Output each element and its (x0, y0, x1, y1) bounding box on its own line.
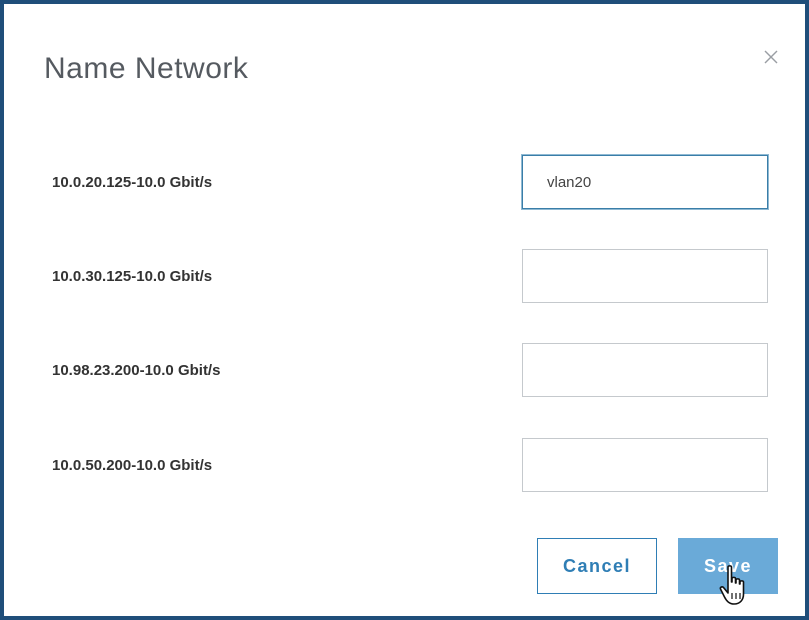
network-name-input-1[interactable] (522, 155, 768, 209)
network-name-input-3[interactable] (522, 343, 768, 397)
save-button[interactable]: Save (678, 538, 778, 594)
network-name-input-2[interactable] (522, 249, 768, 303)
network-label-4: 10.0.50.200-10.0 Gbit/s (52, 457, 213, 474)
name-network-dialog: Name Network 10.0.20.125-10.0 Gbit/s 10.… (0, 0, 809, 620)
close-icon[interactable] (760, 46, 782, 68)
network-name-input-4[interactable] (522, 438, 768, 492)
cancel-button[interactable]: Cancel (537, 538, 657, 594)
network-label-3: 10.98.23.200-10.0 Gbit/s (52, 362, 221, 379)
network-label-1: 10.0.20.125-10.0 Gbit/s (52, 174, 213, 191)
dialog-title: Name Network (44, 52, 249, 85)
network-label-2: 10.0.30.125-10.0 Gbit/s (52, 268, 213, 285)
